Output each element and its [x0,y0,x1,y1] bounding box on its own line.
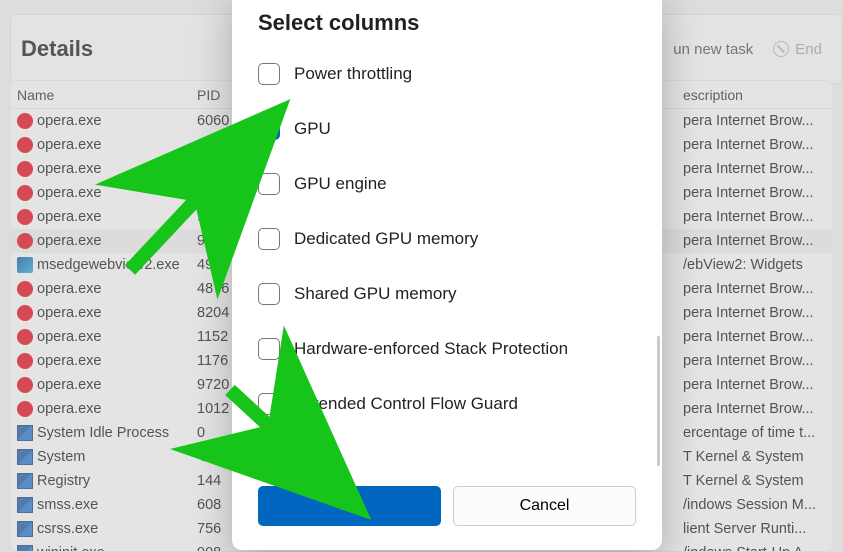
dialog-options: Power throttling GPU GPU engine Dedicated G… [232,46,662,468]
checkbox[interactable] [258,393,280,415]
column-option[interactable]: Power throttling [258,46,652,101]
checkbox[interactable] [258,63,280,85]
cancel-button[interactable]: Cancel [453,486,636,526]
dialog-footer: OK Cancel [232,468,662,550]
checkbox[interactable] [258,173,280,195]
option-label: Extended Control Flow Guard [294,394,518,414]
column-option[interactable]: Extended Control Flow Guard [258,376,652,431]
scrollbar-thumb[interactable] [657,336,660,466]
select-columns-dialog: Select columns Power throttling GPU GPU en… [232,0,662,550]
column-option[interactable]: GPU engine [258,156,652,211]
checkbox-checked[interactable] [258,118,280,140]
column-option[interactable]: GPU [258,101,652,156]
checkbox[interactable] [258,338,280,360]
option-label: Power throttling [294,64,412,84]
column-option[interactable]: Shared GPU memory [258,266,652,321]
option-label: Dedicated GPU memory [294,229,478,249]
column-option[interactable]: Dedicated GPU memory [258,211,652,266]
option-label: GPU engine [294,174,387,194]
dialog-title: Select columns [232,10,662,46]
column-option[interactable]: Hardware-enforced Stack Protection [258,321,652,376]
checkbox[interactable] [258,283,280,305]
ok-button[interactable]: OK [258,486,441,526]
checkbox[interactable] [258,228,280,250]
option-label: Hardware-enforced Stack Protection [294,339,568,359]
option-label: GPU [294,119,331,139]
option-label: Shared GPU memory [294,284,457,304]
